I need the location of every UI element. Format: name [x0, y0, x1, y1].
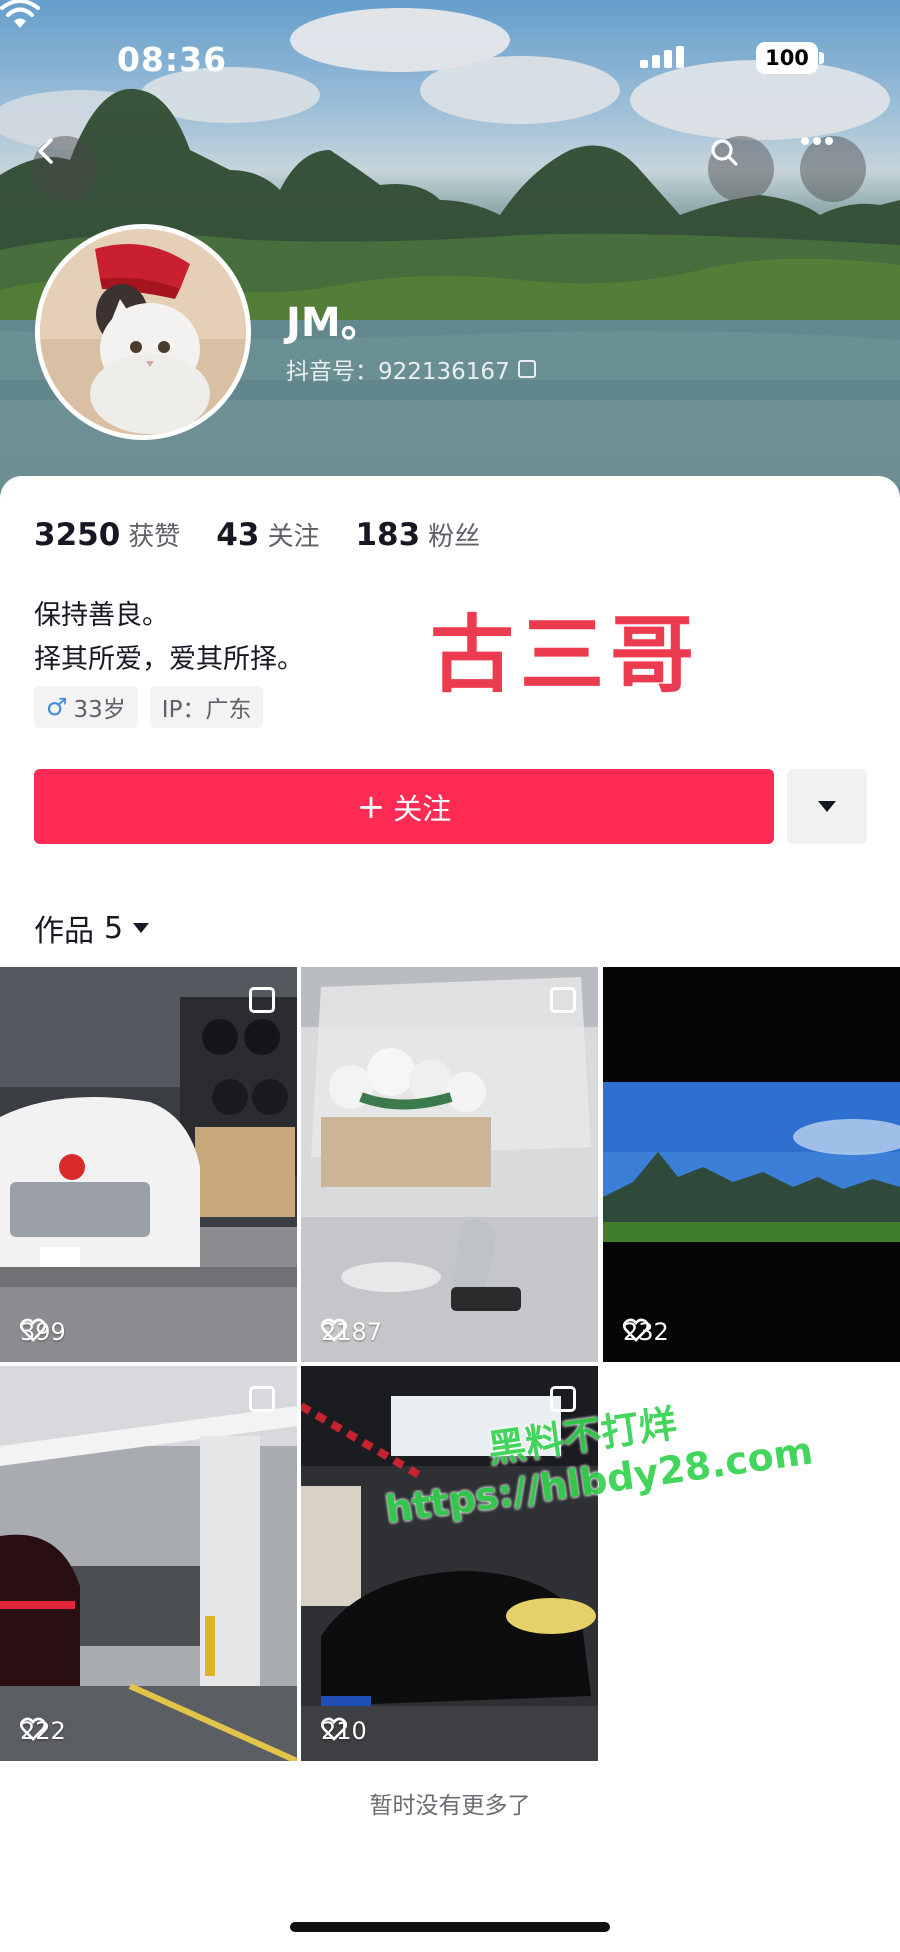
multi-image-icon	[249, 1386, 275, 1412]
profile-tags: ♂ 33岁 IP：广东	[34, 686, 264, 728]
work-thumbnail	[0, 967, 297, 1362]
work-tile[interactable]: 222	[0, 1366, 297, 1761]
profile-card: 3250 获赞 43 关注 183 粉丝 保持善良。 择其所爱，爱其所择。 古三…	[0, 476, 900, 1952]
battery-tip	[819, 52, 824, 64]
like-count: 399	[20, 1318, 66, 1346]
more-dots-icon	[801, 137, 833, 145]
works-tab-label: 作品	[34, 914, 94, 949]
caret-down-icon	[818, 801, 836, 812]
caret-down-icon	[133, 923, 150, 933]
avatar-cat-image	[40, 229, 246, 435]
heart-icon	[20, 1318, 46, 1342]
chevron-left-icon	[38, 138, 53, 164]
profile-stats: 3250 获赞 43 关注 183 粉丝	[34, 516, 480, 553]
douyin-id-text: 抖音号：922136167	[286, 359, 510, 385]
stat-following-value: 43	[216, 517, 260, 553]
profile-cover: 08:36 100 JM。 抖音号：922136167	[0, 0, 900, 500]
age-tag-text: 33岁	[73, 697, 126, 723]
multi-image-icon	[249, 987, 275, 1013]
battery-indicator: 100	[756, 42, 818, 74]
stat-likes-label: 获赞	[128, 522, 181, 552]
wifi-icon	[0, 0, 40, 28]
work-thumbnail	[301, 967, 598, 1362]
nickname: JM。	[286, 300, 381, 346]
heart-icon	[321, 1717, 347, 1741]
stat-following-label: 关注	[267, 522, 320, 552]
copy-icon[interactable]	[517, 360, 536, 378]
stat-likes[interactable]: 3250 获赞	[34, 516, 180, 553]
work-tile[interactable]: 399	[0, 967, 297, 1362]
status-time: 08:36	[117, 40, 228, 79]
cellular-signal-icon	[640, 46, 686, 68]
follow-button-label: 关注	[393, 791, 452, 826]
multi-image-icon	[550, 987, 576, 1013]
home-indicator[interactable]	[290, 1922, 610, 1932]
ip-tag-text: IP：广东	[161, 697, 252, 723]
no-more-content-text: 暂时没有更多了	[369, 1793, 531, 1819]
bio-line-1: 保持善良。	[34, 600, 169, 631]
search-icon	[711, 139, 738, 166]
plus-icon: +	[356, 786, 386, 827]
stat-following[interactable]: 43 关注	[216, 516, 319, 553]
bio-line-2: 择其所爱，爱其所择。	[34, 644, 304, 675]
avatar[interactable]	[35, 224, 251, 440]
back-button[interactable]	[32, 136, 98, 202]
more-options-button[interactable]	[800, 136, 866, 202]
like-count: 232	[623, 1318, 669, 1346]
ip-tag: IP：广东	[149, 686, 264, 728]
status-bar: 08:36 100	[0, 0, 900, 120]
tab-works[interactable]: 作品 5	[34, 906, 150, 950]
work-tile[interactable]: 2187	[301, 967, 598, 1362]
male-icon: ♂	[46, 693, 68, 721]
work-tile[interactable]: 232	[603, 967, 900, 1362]
work-thumbnail	[0, 1366, 297, 1761]
overlay-name-caption: 古三哥	[430, 606, 701, 704]
work-thumbnail	[603, 967, 900, 1362]
like-count: 222	[20, 1717, 66, 1745]
recommend-dropdown-button[interactable]	[787, 769, 867, 844]
heart-icon	[321, 1318, 347, 1342]
heart-icon	[623, 1318, 649, 1342]
age-tag: ♂ 33岁	[34, 686, 138, 728]
like-count: 2187	[321, 1318, 382, 1346]
stat-followers-value: 183	[355, 517, 421, 553]
search-button[interactable]	[708, 136, 774, 202]
like-count: 210	[321, 1717, 367, 1745]
bio: 保持善良。 择其所爱，爱其所择。	[34, 594, 304, 682]
works-count: 5	[104, 910, 124, 946]
follow-button[interactable]: + 关注	[34, 769, 774, 844]
heart-icon	[20, 1717, 46, 1741]
stat-likes-value: 3250	[34, 517, 121, 553]
douyin-id[interactable]: 抖音号：922136167	[286, 352, 536, 386]
stat-followers-label: 粉丝	[428, 522, 481, 552]
stat-followers[interactable]: 183 粉丝	[355, 516, 480, 553]
